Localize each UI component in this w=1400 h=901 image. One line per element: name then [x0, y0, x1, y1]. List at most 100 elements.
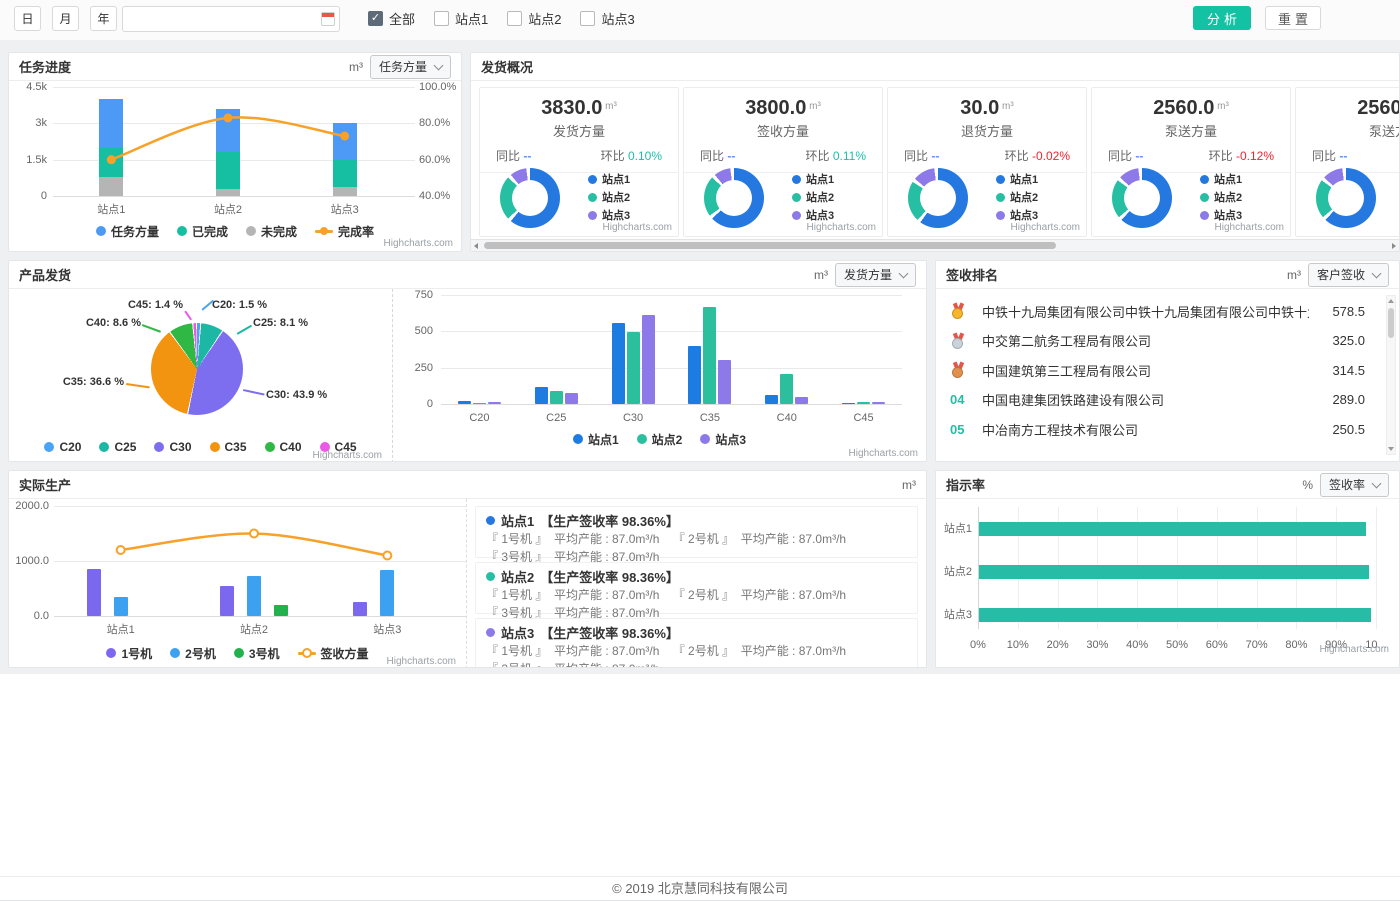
legend-label: 1号机 [121, 645, 152, 662]
legend-item[interactable]: 签收方量 [298, 645, 369, 662]
legend-item[interactable]: C20 [44, 440, 81, 454]
reset-button[interactable]: 重置 [1265, 6, 1321, 30]
scroll-down-arrow[interactable] [1388, 447, 1394, 451]
ranking-row[interactable]: 中铁十九局集团有限公司中铁十九局集团有限公司中铁十九局集团...578.5 [950, 299, 1365, 323]
category-label: 站点2 [936, 566, 972, 578]
checkbox-checked[interactable]: ✓ [368, 11, 383, 26]
donut-legend: 站点1站点2站点3 [588, 170, 670, 226]
period-button-月[interactable]: 月 [52, 6, 79, 31]
checkbox-item-全部[interactable]: ✓全部 [368, 9, 415, 28]
scroll-right-arrow[interactable] [1392, 243, 1396, 249]
bar-站点2 [473, 403, 486, 405]
vertical-scrollbar[interactable] [1386, 295, 1396, 455]
axis-tick: 0% [958, 639, 998, 651]
legend-dot [996, 193, 1005, 202]
station-rate: 【生产签收率 98.36%】 [540, 567, 679, 586]
scroll-up-arrow[interactable] [1388, 299, 1394, 303]
legend-label: 站点2 [1010, 189, 1038, 205]
legend-item[interactable]: 站点1 [996, 170, 1078, 188]
date-input[interactable] [122, 6, 340, 32]
product-metric-select[interactable]: 发货方量 [835, 263, 916, 287]
station-header: 站点2【生产签收率 98.36%】 [486, 568, 907, 584]
legend-dot [106, 648, 116, 658]
checkbox-unchecked[interactable] [507, 11, 522, 26]
period-button-日[interactable]: 日 [14, 6, 41, 31]
category-label: 站点3 [936, 609, 972, 621]
ranking-row[interactable]: 中国建筑第三工程局有限公司314.5 [950, 358, 1365, 382]
callout-line [126, 383, 150, 388]
legend-label: 站点3 [806, 207, 834, 223]
bar-segment-未完成 [333, 187, 357, 196]
checkbox-unchecked[interactable] [580, 11, 595, 26]
legend-label: 站点2 [652, 431, 683, 448]
checkbox-unchecked[interactable] [434, 11, 449, 26]
highcharts-credit: Highcharts.com [807, 222, 876, 233]
panel-header: 实际生产 m³ [9, 471, 926, 499]
legend-item[interactable]: 已完成 [177, 223, 228, 240]
ranking-row[interactable]: 04中国电建集团铁路建设有限公司289.0 [950, 388, 1365, 412]
legend-item[interactable]: 3号机 [234, 645, 280, 662]
legend-item[interactable]: 任务方量 [96, 223, 159, 240]
indicator-metric-select[interactable]: 签收率 [1320, 473, 1389, 497]
axis-tick: 80% [1276, 639, 1316, 651]
station-header: 站点3【生产签收率 98.36%】 [486, 624, 907, 640]
donut-hole [1124, 180, 1160, 216]
analyze-button[interactable]: 分析 [1193, 6, 1251, 30]
bar-站点1 [612, 323, 625, 404]
legend-item[interactable]: 站点1 [588, 170, 670, 188]
legend-item[interactable]: 站点2 [792, 188, 874, 206]
legend-item[interactable]: 站点2 [996, 188, 1078, 206]
calendar-icon[interactable] [321, 12, 335, 26]
scroll-left-arrow[interactable] [474, 243, 478, 249]
ranking-row[interactable]: 中交第二航务工程局有限公司325.0 [950, 329, 1365, 353]
period-button-年[interactable]: 年 [90, 6, 117, 31]
highcharts-credit: Highcharts.com [1320, 644, 1389, 655]
legend: 任务方量 已完成 未完成 完成率 [9, 223, 461, 239]
ranking-metric-select[interactable]: 客户签收 [1308, 263, 1389, 287]
legend-label: 站点3 [1010, 207, 1038, 223]
panel-header-right: m³ [902, 478, 916, 492]
pie-callout-label: C20: 1.5 % [212, 299, 282, 312]
legend-item[interactable]: C40 [265, 440, 302, 454]
bar-segment-已完成 [216, 152, 240, 189]
bar-1号机 [220, 586, 234, 616]
donut-hole [920, 180, 956, 216]
scroll-thumb[interactable] [484, 242, 1056, 249]
legend-item[interactable]: 1号机 [106, 645, 152, 662]
legend-item[interactable]: 站点2 [637, 431, 683, 448]
line-series [9, 499, 466, 667]
legend-dot [170, 648, 180, 658]
checkbox-item-站点1[interactable]: 站点1 [434, 9, 488, 28]
legend-dot [1200, 193, 1209, 202]
legend-dot [792, 211, 801, 220]
legend-dot [588, 211, 597, 220]
ranking-row[interactable]: 05中冶南方工程技术有限公司250.5 [950, 417, 1365, 441]
donut-chart [1316, 168, 1376, 228]
scroll-thumb[interactable] [1388, 308, 1394, 338]
legend-item[interactable]: C25 [99, 440, 136, 454]
legend-item[interactable]: 站点2 [588, 188, 670, 206]
legend-dot [637, 434, 647, 444]
machine-line: 『 1号机 』 平均产能 : 87.0m³/h 『 2号机 』 平均产能 : 8… [486, 586, 907, 603]
card-unit: m³ [602, 101, 616, 112]
legend-item[interactable]: 站点1 [1200, 170, 1282, 188]
legend-item[interactable]: C35 [210, 440, 247, 454]
legend-label: 站点3 [1214, 207, 1242, 223]
legend-item[interactable]: 完成率 [315, 223, 374, 240]
legend-item[interactable]: 站点1 [792, 170, 874, 188]
legend-item[interactable]: 站点3 [700, 431, 746, 448]
legend-item[interactable]: 未完成 [246, 223, 297, 240]
checkbox-item-站点3[interactable]: 站点3 [580, 9, 634, 28]
legend-item[interactable]: 站点1 [573, 431, 619, 448]
card-unit: m³ [999, 101, 1013, 112]
horizontal-scrollbar[interactable] [471, 239, 1399, 251]
legend-dot [234, 648, 244, 658]
legend-item[interactable]: C30 [154, 440, 191, 454]
task-metric-select[interactable]: 任务方量 [370, 55, 451, 79]
axis-tick: 750 [393, 289, 433, 301]
category-label: 站点3 [357, 624, 417, 636]
checkbox-item-站点2[interactable]: 站点2 [507, 9, 561, 28]
card-metrics: 同比 --环比 -0.12% [1092, 140, 1290, 173]
legend-item[interactable]: 站点2 [1200, 188, 1282, 206]
legend-item[interactable]: 2号机 [170, 645, 216, 662]
